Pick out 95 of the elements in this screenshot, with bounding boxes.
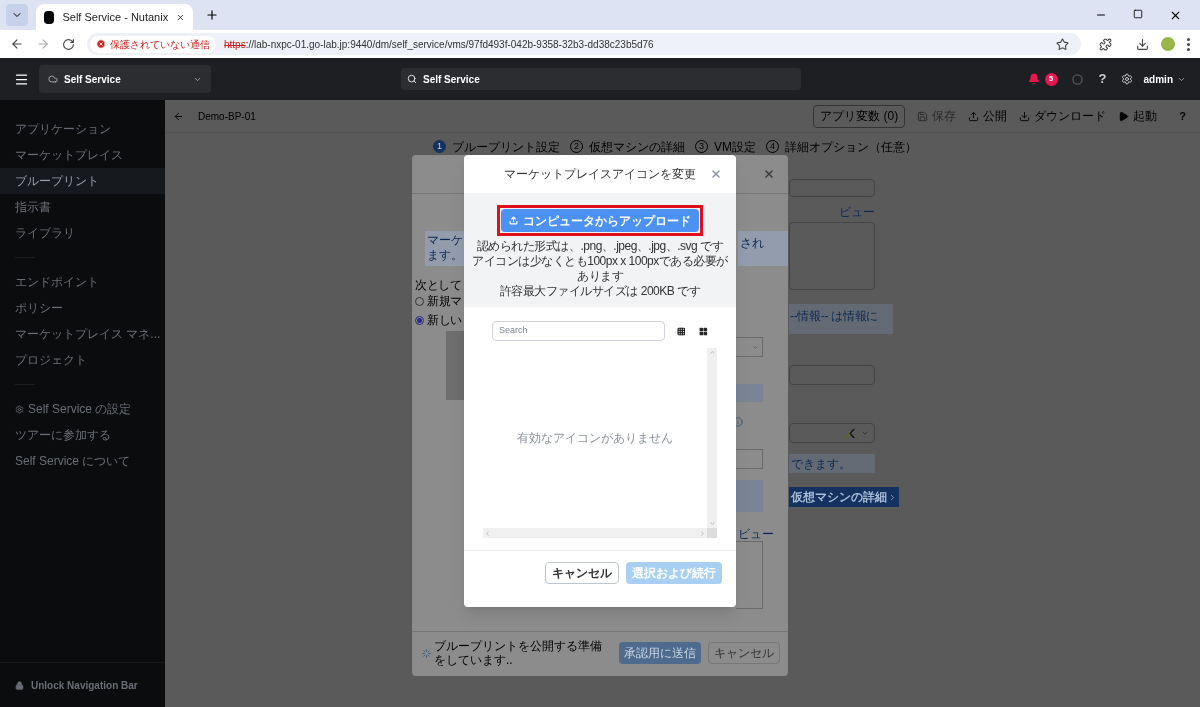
favicon-icon [44,10,55,24]
alert-count-badge: 5 [1044,72,1058,86]
upload-icon [509,216,518,225]
sidebar-item[interactable]: ライブラリ [0,220,165,246]
step-label[interactable]: 仮想マシンの詳細 [589,137,685,156]
status-ring-icon[interactable] [1071,73,1083,85]
search-icon [407,74,417,84]
unlock-nav-button[interactable]: Unlock Navigation Bar [0,663,165,707]
lock-icon [15,680,24,690]
help-button[interactable]: ? [1179,107,1186,125]
toolbar-button[interactable]: 起動 [1118,107,1158,125]
floppy-icon [917,110,929,122]
play-icon [1118,110,1130,122]
sidebar-item[interactable]: ツアーに参加する [0,422,165,448]
preview-link[interactable]: ビュー [738,525,774,543]
toolbar-button[interactable]: ダウンロード [1019,107,1107,125]
small-grid-icon[interactable] [676,326,686,336]
radio-option[interactable]: 新規マ [415,292,462,310]
x-logo-icon [845,428,855,438]
status-text: ブループリントを公開する準備をしています.. [434,639,603,667]
caret-icon [861,429,869,437]
sidebar-item[interactable]: Self Service の設定 [0,396,165,422]
sidebar-item[interactable]: 指示書 [0,194,165,220]
new-tab-icon[interactable] [205,8,219,22]
reload-icon[interactable] [61,37,75,51]
security-chip[interactable]: 保護されていない通信 [89,35,216,53]
sidebar-item[interactable]: ブループリント [0,168,165,194]
bell-icon[interactable] [1027,73,1040,85]
sidebar-item[interactable]: プロジェクト [0,347,165,373]
cancel-button[interactable]: キャンセル [545,562,619,584]
toolbar-button[interactable]: 公開 [968,107,1008,125]
search-field[interactable]: Self Service [401,68,801,90]
back-icon[interactable] [10,37,24,51]
info-box [736,480,763,512]
publish-prompt: 次として [415,277,461,294]
maximize-icon[interactable] [1133,8,1143,19]
dialog-title: マーケットプレイスアイコンを変更 [504,166,696,183]
user-menu[interactable]: admin [1143,71,1173,87]
info-text-end: され [738,231,788,266]
submit-button[interactable]: 承認用に送信 [619,642,701,664]
sidebar-item[interactable]: エンドポイント [0,269,165,295]
app-switcher[interactable]: Self Service [39,65,211,93]
url-text: https://lab-nxpc-01.go-lab.jp:9440/dm/self_service/vms/97fd493f-042b-9358-32b3-dd38c23b5d76 [223,37,655,52]
menu-icon[interactable] [1187,37,1190,51]
empty-message: 有効なアイコンがありません [517,430,673,447]
bookmark-star-icon[interactable] [1056,37,1070,51]
browser-tab[interactable]: Self Service - Nutanix [36,4,193,30]
scrollbar-corner [707,528,717,538]
input-field[interactable] [789,365,875,385]
upload-icon [968,110,980,122]
requirement-text: 認められた形式は、.png、.jpeg、.jpg、.svg です [476,239,724,254]
download-icon[interactable] [1136,37,1149,51]
image-placeholder [446,331,464,400]
step-number: 1 [433,140,446,153]
input-field[interactable] [789,179,875,197]
info-icon [733,417,743,427]
info-text: --情報-- は情報に [789,304,893,334]
settings-icon[interactable] [1120,73,1133,85]
sidebar-item[interactable]: マーケットプレイス [0,142,165,168]
upload-button[interactable]: コンピュータからアップロード [501,209,699,232]
settings-icon [15,404,24,414]
address-bar[interactable]: 保護されていない通信 https://lab-nxpc-01.go-lab.jp:9440/dm/self_service/vms/97fd493f-042b-9358-32b3-dd38c23b5d76 [86,33,1082,55]
caret-icon [752,343,759,351]
tab-list-button[interactable] [6,4,28,26]
download-icon [1019,110,1031,122]
search-field[interactable]: Search [492,321,665,341]
sidebar-item[interactable]: アプリケーション [0,116,165,142]
info-box [736,384,763,402]
cancel-button[interactable]: キャンセル [708,642,780,664]
select-field[interactable] [789,423,875,443]
step-label[interactable]: 詳細オプション（任意） [785,137,917,156]
menu-icon[interactable] [14,71,29,87]
sidebar-item[interactable]: Self Service について [0,448,165,474]
large-grid-icon[interactable] [699,326,708,336]
app-variables-button[interactable]: アプリ変数 (0) [813,104,906,128]
step-label[interactable]: ブループリント設定 [452,137,560,156]
help-button[interactable]: ? [1098,69,1107,89]
sidebar-item[interactable]: マーケットプレイス マネ... [0,321,165,347]
warning-icon [95,39,106,49]
spinner-icon [422,648,431,658]
cloud-icon [48,74,58,84]
extensions-icon[interactable] [1099,37,1112,51]
page-title: Demo-BP-01 [198,109,256,124]
next-button[interactable]: 仮想マシンの詳細 [789,487,899,507]
step-label[interactable]: VM設定 [714,137,756,156]
info-text: できます。 [789,454,875,473]
chevron-right-icon [888,492,897,502]
radio-option[interactable]: 新しい [415,311,462,329]
security-label: 保護されていない通信 [109,37,210,52]
preview-link[interactable]: ビュー [839,203,875,221]
tab-title: Self Service - Nutanix [62,9,169,25]
sidebar-item[interactable]: ポリシー [0,295,165,321]
forward-icon[interactable] [36,37,50,51]
requirement-text: 許容最大ファイルサイズは 200KB です [499,284,701,299]
profile-avatar[interactable] [1161,37,1175,51]
